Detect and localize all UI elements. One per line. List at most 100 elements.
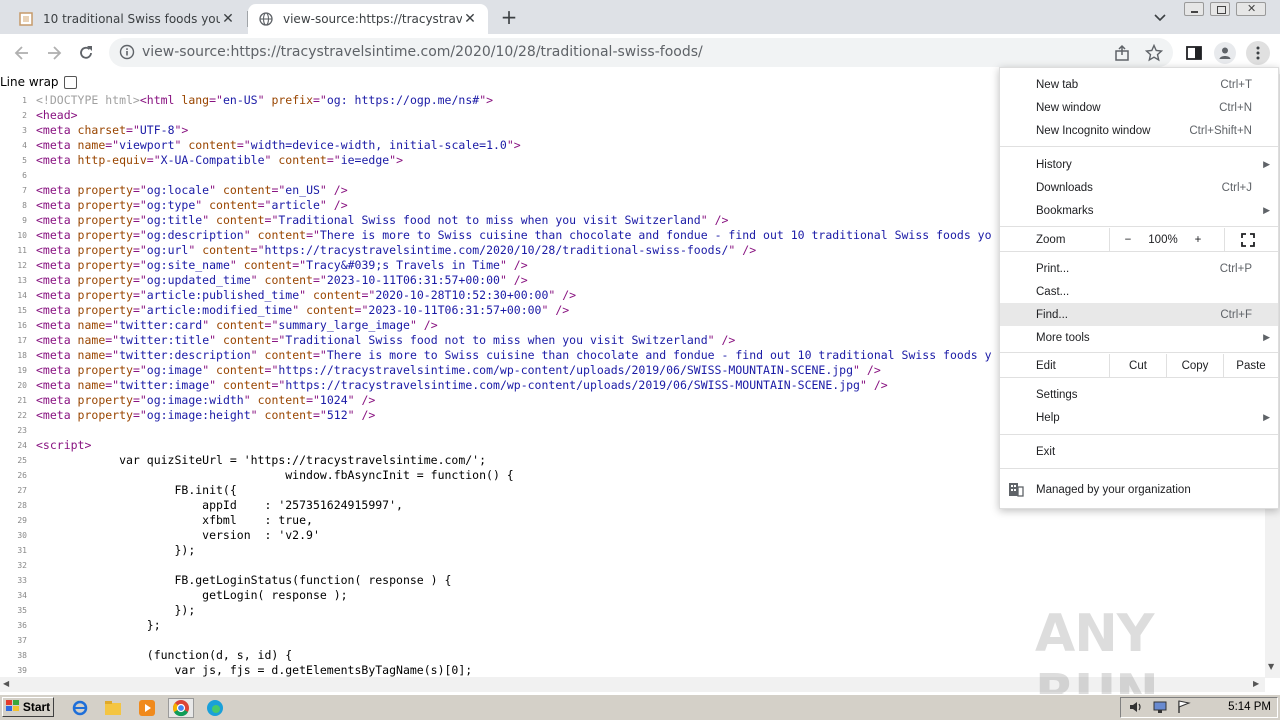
media-player-icon[interactable] xyxy=(137,698,157,718)
edge-icon[interactable] xyxy=(205,698,225,718)
menu-item-shortcut: Ctrl+Shift+N xyxy=(1189,124,1252,137)
source-token: =" xyxy=(257,198,272,212)
tab-swiss-foods[interactable]: 10 traditional Swiss foods you have t ✕ xyxy=(8,4,246,34)
back-button[interactable] xyxy=(11,42,33,64)
reload-button[interactable] xyxy=(75,42,97,64)
menu-item-settings[interactable]: Settings xyxy=(1000,383,1278,406)
line-wrap-checkbox[interactable] xyxy=(63,75,77,89)
menu-item-new-incognito[interactable]: New Incognito window Ctrl+Shift+N xyxy=(1000,119,1278,142)
source-line: <meta name="twitter:image" content="http… xyxy=(36,378,888,392)
tab-view-source[interactable]: view-source:https://tracystravelsinti ✕ xyxy=(248,4,488,34)
menu-item-new-tab[interactable]: New tab Ctrl+T xyxy=(1000,73,1278,96)
volume-icon[interactable] xyxy=(1129,700,1143,717)
cut-button[interactable]: Cut xyxy=(1110,354,1166,377)
address-bar[interactable]: view-source:https://tracystravelsintime.… xyxy=(109,38,1173,67)
zoom-out-button[interactable]: − xyxy=(1118,228,1138,251)
menu-item-print[interactable]: Print... Ctrl+P xyxy=(1000,257,1278,280)
tab-search-chevron-icon[interactable] xyxy=(1152,9,1168,25)
kebab-menu-icon[interactable] xyxy=(1246,41,1270,65)
source-token: =" xyxy=(132,228,147,242)
menu-item-cast[interactable]: Cast... xyxy=(1000,280,1278,303)
source-token: =" xyxy=(132,408,147,422)
share-icon[interactable] xyxy=(1112,43,1132,63)
source-token: 2023-10-11T06:31:57+00:00 xyxy=(326,273,500,287)
line-number: 10 xyxy=(17,231,27,240)
source-line: <meta property="article:modified_time" c… xyxy=(36,303,569,317)
source-token: version : 'v2.9' xyxy=(36,528,320,542)
source-token: <meta xyxy=(36,288,78,302)
action-center-flag-icon[interactable] xyxy=(1177,700,1191,717)
tab-close-icon[interactable]: ✕ xyxy=(462,11,478,27)
menu-item-bookmarks[interactable]: Bookmarks ▶ xyxy=(1000,199,1278,222)
source-token: " /> xyxy=(499,258,528,272)
paste-button[interactable]: Paste xyxy=(1224,354,1278,377)
profile-avatar-icon[interactable] xyxy=(1214,42,1236,64)
minimize-button[interactable] xyxy=(1184,2,1204,16)
line-number: 2 xyxy=(22,111,27,120)
source-token: content xyxy=(216,213,265,227)
source-token: <!DOCTYPE html> xyxy=(36,93,140,107)
new-tab-button[interactable]: + xyxy=(498,7,520,29)
source-token: summary_large_image xyxy=(278,318,410,332)
bookmark-star-icon[interactable] xyxy=(1144,43,1164,63)
copy-button[interactable]: Copy xyxy=(1167,354,1223,377)
source-token: " xyxy=(250,408,265,422)
source-token: name xyxy=(77,318,106,332)
source-token: " /> xyxy=(541,303,570,317)
menu-separator xyxy=(1000,352,1278,353)
menu-item-shortcut: Ctrl+P xyxy=(1219,262,1252,275)
source-line: window.fbAsyncInit = function() { xyxy=(36,468,514,482)
scroll-left-arrow-icon[interactable]: ◀ xyxy=(3,679,9,688)
tab-close-icon[interactable]: ✕ xyxy=(220,11,236,27)
source-token: <head> xyxy=(36,108,78,122)
source-token: article xyxy=(271,198,320,212)
window-close-button[interactable]: ✕ xyxy=(1236,2,1266,16)
line-wrap-toggle[interactable]: Line wrap xyxy=(0,74,77,90)
clock[interactable]: 5:14 PM xyxy=(1228,698,1271,717)
file-explorer-icon[interactable] xyxy=(103,698,123,718)
menu-item-more-tools[interactable]: More tools ▶ xyxy=(1000,326,1278,349)
source-token: name xyxy=(77,138,106,152)
tab-title: view-source:https://tracystravelsinti xyxy=(283,12,462,26)
source-token: "> xyxy=(479,93,494,107)
side-panel-icon[interactable] xyxy=(1184,43,1204,63)
source-token: content xyxy=(306,303,355,317)
menu-item-find[interactable]: Find... Ctrl+F xyxy=(1000,303,1278,326)
network-icon[interactable] xyxy=(1153,700,1167,717)
source-token: en-US xyxy=(222,93,258,107)
start-button[interactable]: Start xyxy=(2,697,54,717)
zoom-in-button[interactable]: + xyxy=(1188,228,1208,251)
forward-button[interactable] xyxy=(43,42,65,64)
restore-button[interactable] xyxy=(1210,2,1230,16)
source-token: " xyxy=(264,153,279,167)
source-token: content xyxy=(222,333,272,347)
menu-item-managed[interactable]: Managed by your organization xyxy=(1000,478,1278,501)
tab-strip: 10 traditional Swiss foods you have t ✕ … xyxy=(0,0,1280,34)
source-token: content xyxy=(216,318,265,332)
source-line: }; xyxy=(36,618,161,632)
source-token: var js, fjs = d.getElementsByTagName(s)[… xyxy=(36,663,473,677)
source-token: content xyxy=(222,378,272,392)
source-token: content xyxy=(222,183,272,197)
source-token: <meta xyxy=(36,378,78,392)
source-token: =" xyxy=(313,348,327,362)
menu-item-downloads[interactable]: Downloads Ctrl+J xyxy=(1000,176,1278,199)
source-token: property xyxy=(77,183,133,197)
menu-item-label: New Incognito window xyxy=(1036,124,1151,137)
menu-item-exit[interactable]: Exit xyxy=(1000,440,1278,463)
line-wrap-label: Line wrap xyxy=(0,75,59,89)
source-token: " /> xyxy=(347,408,376,422)
source-token: <meta xyxy=(36,273,78,287)
fullscreen-icon[interactable] xyxy=(1238,228,1258,251)
source-token: Traditional Swiss food not to miss when … xyxy=(285,333,708,347)
site-info-icon[interactable] xyxy=(119,44,135,60)
source-token: <meta xyxy=(36,138,78,152)
menu-item-history[interactable]: History ▶ xyxy=(1000,153,1278,176)
chrome-taskbar-icon[interactable] xyxy=(168,698,194,718)
menu-item-label: Cast... xyxy=(1036,285,1070,298)
menu-item-help[interactable]: Help ▶ xyxy=(1000,406,1278,429)
internet-explorer-icon[interactable] xyxy=(70,698,90,718)
source-line: version : 'v2.9' xyxy=(36,528,320,542)
menu-item-new-window[interactable]: New window Ctrl+N xyxy=(1000,96,1278,119)
source-token: "> xyxy=(389,153,404,167)
